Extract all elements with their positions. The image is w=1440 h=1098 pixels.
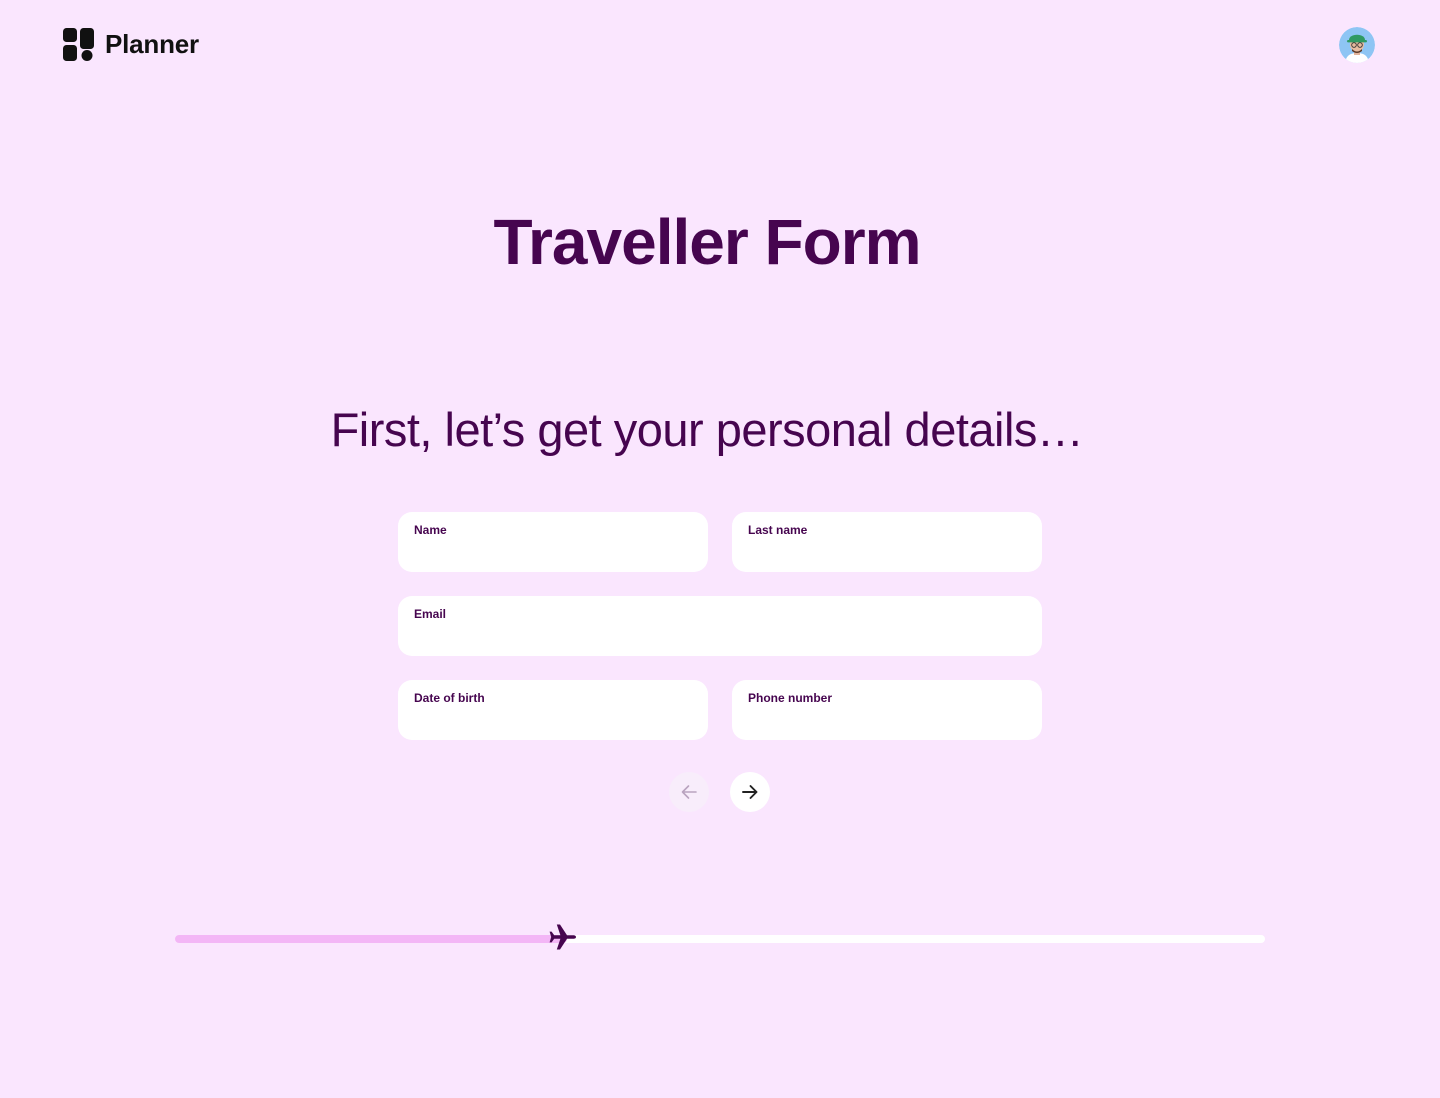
next-button[interactable] xyxy=(730,772,770,812)
previous-button[interactable] xyxy=(669,772,709,812)
form-subtitle: First, let’s get your personal details… xyxy=(330,403,1084,456)
planner-logo-icon xyxy=(63,28,94,61)
arrow-left-icon xyxy=(681,785,697,799)
last-name-input[interactable] xyxy=(748,543,1026,563)
name-field-label: Name xyxy=(414,523,447,537)
progress-fill xyxy=(175,935,568,943)
app-name: Planner xyxy=(105,29,199,59)
date-of-birth-input[interactable] xyxy=(414,711,692,731)
page-title: Traveller Form xyxy=(493,206,921,278)
last-name-field-label: Last name xyxy=(748,523,808,537)
name-field[interactable]: Name xyxy=(398,512,708,572)
airplane-icon xyxy=(549,924,577,950)
email-input[interactable] xyxy=(414,627,1026,647)
arrow-right-icon xyxy=(742,785,758,799)
app-header: Planner xyxy=(0,0,1440,90)
trip-progress-bar xyxy=(175,924,1265,950)
phone-number-input[interactable] xyxy=(748,711,1026,731)
phone-number-field-label: Phone number xyxy=(748,691,833,705)
last-name-field[interactable]: Last name xyxy=(732,512,1042,572)
email-field[interactable]: Email xyxy=(398,596,1042,656)
email-field-label: Email xyxy=(414,607,447,621)
user-avatar-icon xyxy=(1339,27,1375,63)
phone-number-field[interactable]: Phone number xyxy=(732,680,1042,740)
user-avatar[interactable] xyxy=(1339,27,1375,63)
date-of-birth-field-label: Date of birth xyxy=(414,691,485,705)
app-logo[interactable]: Planner xyxy=(63,28,199,61)
date-of-birth-field[interactable]: Date of birth xyxy=(398,680,708,740)
name-input[interactable] xyxy=(414,543,692,563)
